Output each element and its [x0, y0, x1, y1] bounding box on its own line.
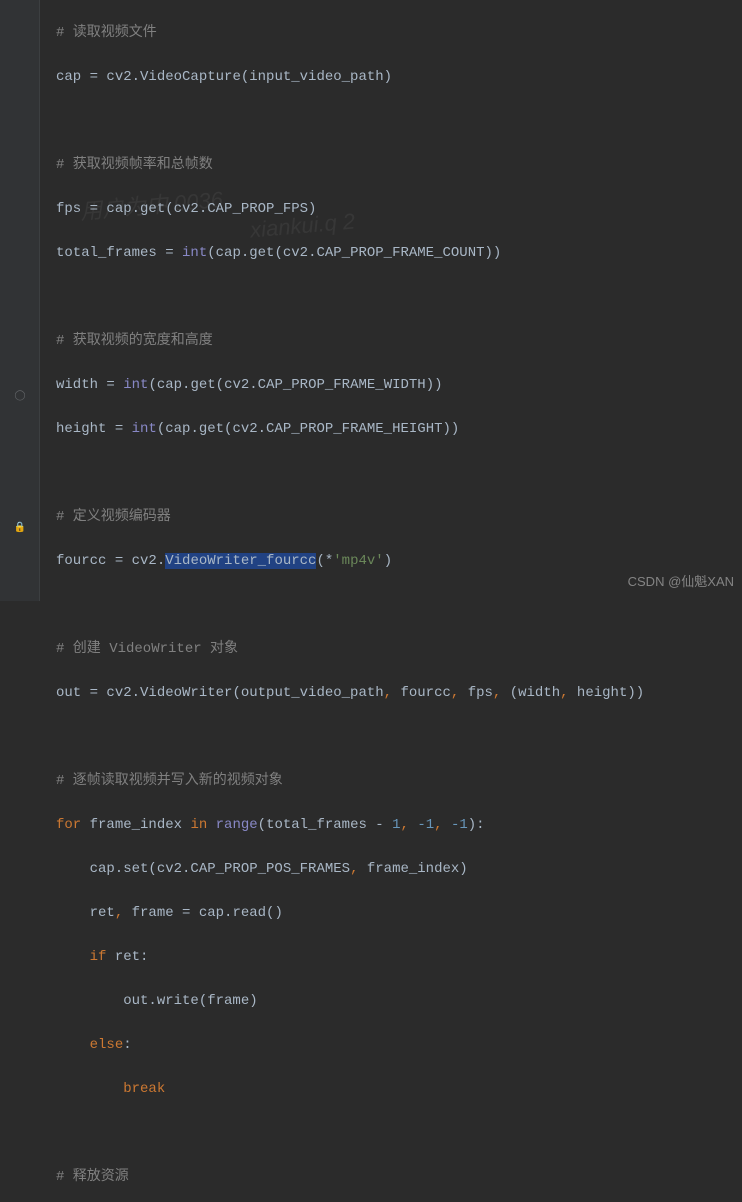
code-comment: # 定义视频编码器 — [56, 509, 171, 525]
code-comment: # 逐帧读取视频并写入新的视频对象 — [56, 773, 283, 789]
code-comment: # 读取视频文件 — [56, 25, 157, 41]
code-comment: # 获取视频帧率和总帧数 — [56, 157, 213, 173]
code-editor-content[interactable]: # 读取视频文件 cap = cv2.VideoCapture(input_vi… — [56, 0, 742, 1202]
code-comment: # 释放资源 — [56, 1169, 129, 1185]
fold-marker-icon[interactable]: ◯ — [14, 391, 26, 403]
editor-gutter: ◯ 🔒 — [0, 0, 40, 601]
highlighted-token: VideoWriter_fourcc — [165, 553, 316, 569]
code-comment: # 获取视频的宽度和高度 — [56, 333, 213, 349]
lock-icon: 🔒 — [14, 523, 26, 535]
code-comment: # 创建 VideoWriter 对象 — [56, 641, 238, 657]
